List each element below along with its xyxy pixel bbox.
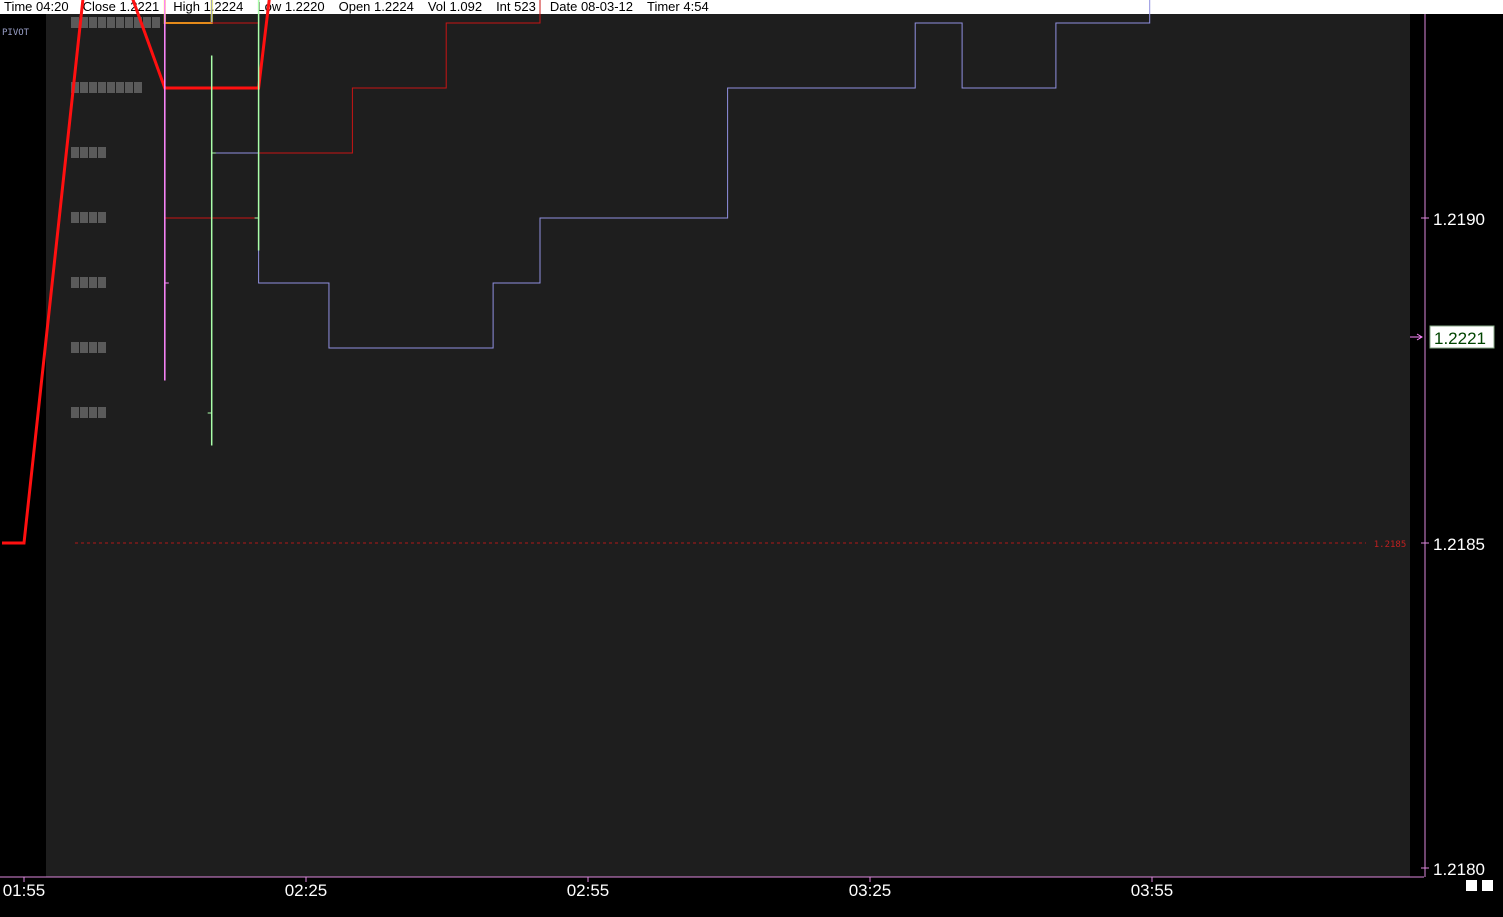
profile-cell <box>71 17 79 28</box>
time-tick-label: 01:55 <box>3 881 46 900</box>
time-tick-label: 03:25 <box>849 881 892 900</box>
profile-cell <box>80 82 88 93</box>
profile-cell <box>116 82 124 93</box>
profile-cell <box>98 212 106 223</box>
time-tick-label: 03:55 <box>1131 881 1174 900</box>
profile-cell <box>80 212 88 223</box>
profile-cell <box>89 277 97 288</box>
profile-cell <box>98 17 106 28</box>
profile-cell <box>89 212 97 223</box>
time-tick-label: 02:25 <box>285 881 328 900</box>
profile-cell <box>71 212 79 223</box>
zoom-in-button[interactable] <box>1482 880 1493 891</box>
profile-cell <box>80 147 88 158</box>
profile-cell <box>80 342 88 353</box>
profile-cell <box>89 407 97 418</box>
profile-cell <box>98 342 106 353</box>
profile-cell <box>125 17 133 28</box>
pivot-label: PIVOT <box>2 28 30 38</box>
current-price-label: 1.2221 <box>1434 329 1486 348</box>
time-tick-label: 02:55 <box>567 881 610 900</box>
profile-cell <box>125 82 133 93</box>
profile-cell <box>71 147 79 158</box>
left-gutter <box>0 14 46 877</box>
profile-cell <box>98 82 106 93</box>
profile-cell <box>152 17 160 28</box>
profile-cell <box>107 82 115 93</box>
profile-cell <box>89 342 97 353</box>
price-chart[interactable]: 1.22451.22081.2185H 1.22251.21801.21851.… <box>0 0 1503 917</box>
profile-cell <box>89 147 97 158</box>
price-tick-label: 1.2185 <box>1433 535 1485 554</box>
profile-cell <box>116 17 124 28</box>
profile-cell <box>89 82 97 93</box>
profile-cell <box>98 277 106 288</box>
profile-cell <box>98 407 106 418</box>
profile-cell <box>80 407 88 418</box>
profile-cell <box>80 277 88 288</box>
profile-cell <box>71 277 79 288</box>
profile-cell <box>107 17 115 28</box>
axis-gap <box>1410 14 1424 877</box>
reference-label-level-2185: 1.2185 <box>1374 540 1407 550</box>
trading-chart-window: Time 04:20 Close 1.2221 High 1.2224 Low 1.2… <box>0 0 1503 917</box>
price-tick-label: 1.2180 <box>1433 860 1485 879</box>
profile-cell <box>71 342 79 353</box>
price-tick-label: 1.2190 <box>1433 210 1485 229</box>
profile-cell <box>98 147 106 158</box>
profile-cell <box>71 407 79 418</box>
zoom-out-button[interactable] <box>1466 880 1477 891</box>
profile-cell <box>89 17 97 28</box>
profile-cell <box>134 82 142 93</box>
profile-cell <box>143 17 151 28</box>
